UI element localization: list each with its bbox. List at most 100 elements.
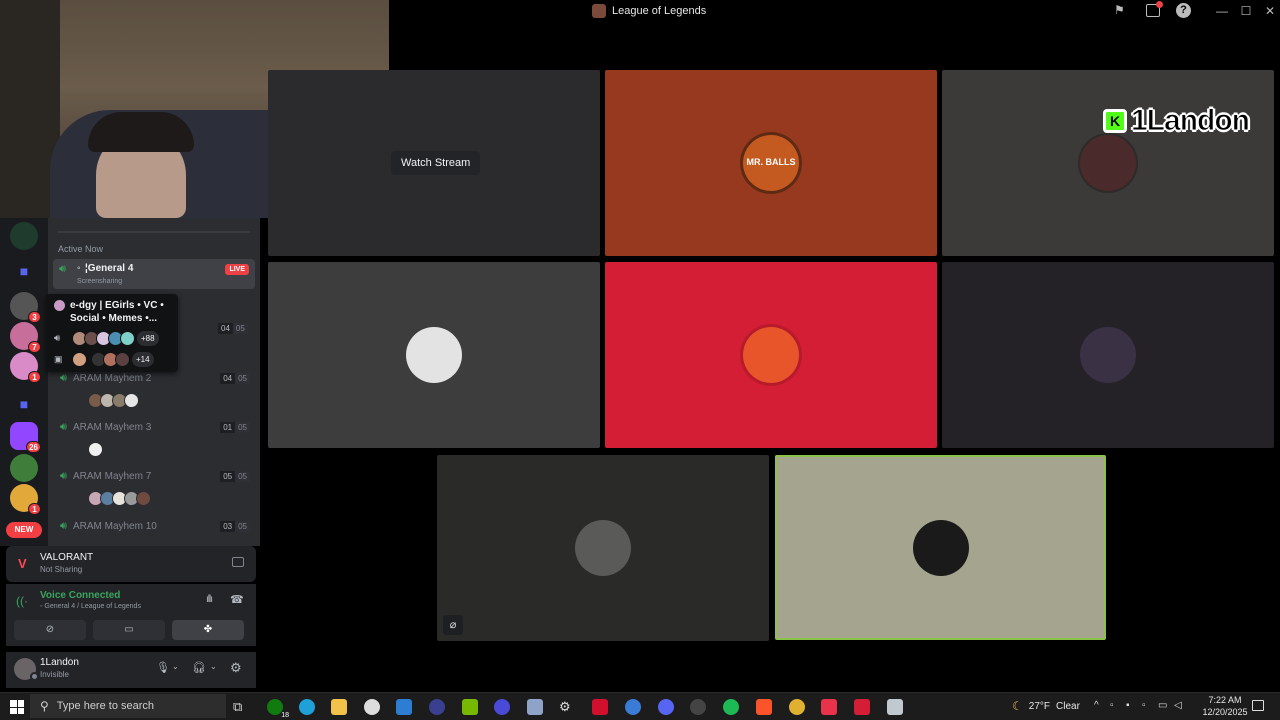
video-tile[interactable] <box>605 262 937 448</box>
gear-icon[interactable]: ⚙ <box>230 660 242 676</box>
brave-icon[interactable] <box>756 699 772 715</box>
disconnect-icon[interactable]: ☎ <box>230 593 244 606</box>
app-icon[interactable] <box>887 699 903 715</box>
screen-share-icon[interactable] <box>1146 1 1163 17</box>
steam-icon[interactable] <box>364 699 380 715</box>
network-icon[interactable]: ▭ <box>1158 700 1167 711</box>
voice-channel-aram-2[interactable]: 🔊︎ ARAM Mayhem 2 04 05 <box>60 372 250 385</box>
app-icon[interactable] <box>821 699 837 715</box>
voice-members: +88 <box>72 331 159 346</box>
folder-icon[interactable]: ■ <box>14 396 34 414</box>
avatar[interactable] <box>124 393 139 408</box>
screen-share-icon: ▭ <box>124 624 134 635</box>
video-tile[interactable]: MR. BALLS <box>605 70 937 256</box>
avatar[interactable] <box>88 442 103 457</box>
twitch-server-icon[interactable]: 26 <box>10 422 41 453</box>
notification-icon[interactable] <box>1252 700 1264 711</box>
volume-icon[interactable]: ◁ <box>1174 700 1182 711</box>
signal-icon[interactable]: ((· <box>16 594 28 608</box>
server-icon[interactable] <box>10 222 38 250</box>
stream-icon: ▣ <box>54 354 63 364</box>
app-icon[interactable] <box>429 699 445 715</box>
task-view-icon[interactable]: ⧉ <box>233 699 249 715</box>
tray-icon[interactable]: ▫ <box>1110 700 1114 711</box>
time: 7:22 AM <box>1208 695 1242 705</box>
weather-widget[interactable]: ☾ 27°F Clear <box>1012 699 1080 713</box>
camera-button[interactable]: ⊘ <box>14 620 86 640</box>
watch-stream-button[interactable]: Watch Stream <box>391 151 481 175</box>
server-icon[interactable]: 1 <box>10 352 41 383</box>
new-pill[interactable]: NEW <box>6 522 42 538</box>
flag-icon[interactable]: ⚑ <box>1114 3 1130 19</box>
avatar[interactable] <box>136 491 151 506</box>
camera-off-icon: ⊘ <box>45 624 55 635</box>
chrome-icon[interactable] <box>625 699 641 715</box>
avatar[interactable] <box>1080 135 1136 191</box>
help-icon[interactable]: ? <box>1176 3 1191 18</box>
tray-icon[interactable]: ▪ <box>1126 700 1130 711</box>
edge-icon[interactable] <box>299 699 315 715</box>
xbox-icon[interactable]: 18 <box>267 699 289 719</box>
chrome-icon[interactable] <box>789 699 805 715</box>
chevron-up-icon[interactable]: ^ <box>1094 700 1099 711</box>
activities-button[interactable]: ✤ <box>172 620 244 640</box>
settings-icon[interactable]: ⚙ <box>559 699 575 715</box>
video-tile[interactable] <box>942 70 1274 256</box>
close-button[interactable]: ✕ <box>1260 2 1280 20</box>
screen-share-button[interactable]: ▭ <box>93 620 165 640</box>
store-icon[interactable] <box>396 699 412 715</box>
chevron-down-icon[interactable]: ⌄ <box>210 662 217 671</box>
video-tile[interactable] <box>268 262 600 448</box>
app-icon[interactable] <box>690 699 706 715</box>
voice-channel-aram-7[interactable]: 🔊︎ ARAM Mayhem 7 05 05 <box>60 470 250 483</box>
voice-channel-general-4[interactable]: 🔊︎ ◦ ¦General 4 Screensharing LIVE <box>53 259 255 289</box>
windows-start-icon[interactable] <box>10 700 24 714</box>
username[interactable]: 1Landon <box>40 657 79 668</box>
video-tile[interactable] <box>942 262 1274 448</box>
taskbar-search[interactable]: ⚲ Type here to search <box>30 694 226 718</box>
share-game-icon[interactable] <box>232 557 244 567</box>
microphone-icon[interactable]: 🎙︎ <box>156 661 170 674</box>
riot-client-icon[interactable] <box>854 699 870 715</box>
discord-icon[interactable] <box>658 699 674 715</box>
app-icon[interactable] <box>592 699 608 715</box>
noise-suppression-icon[interactable]: ıllı <box>206 594 213 605</box>
avatar[interactable] <box>1080 327 1136 383</box>
server-icon[interactable]: 3 <box>10 292 41 323</box>
channel-members <box>88 491 151 506</box>
maximize-button[interactable]: ☐ <box>1236 2 1256 20</box>
channel-user-count: 04 05 <box>218 323 248 334</box>
voice-channel-aram-3[interactable]: 🔊︎ ARAM Mayhem 3 01 05 <box>60 421 250 434</box>
voice-location[interactable]: ◦ General 4 / League of Legends <box>40 603 141 610</box>
streamer-name-overlay: K 1Landon <box>1103 104 1251 138</box>
minimize-button[interactable]: — <box>1212 2 1232 20</box>
section-header: Active Now <box>58 244 104 254</box>
avatar[interactable] <box>406 327 462 383</box>
folder-icon[interactable]: ■ <box>14 263 34 281</box>
server-icon[interactable]: 7 <box>10 322 41 353</box>
nvidia-icon[interactable] <box>462 699 478 715</box>
channel-user-count: 03 05 <box>220 521 250 532</box>
server-icon[interactable]: 1 <box>10 484 41 515</box>
spotify-icon[interactable] <box>723 699 739 715</box>
headphones-icon[interactable]: 🎧︎ <box>192 661 206 674</box>
avatar[interactable]: MR. BALLS <box>743 135 799 191</box>
chevron-down-icon[interactable]: ⌄ <box>172 662 179 671</box>
avatar[interactable] <box>575 520 631 576</box>
app-icon[interactable] <box>494 699 510 715</box>
channel-user-count: 04 05 <box>220 373 250 384</box>
channel-members <box>88 393 139 408</box>
divider <box>58 231 250 233</box>
search-placeholder: Type here to search <box>56 700 155 712</box>
video-tile-speaking[interactable] <box>775 455 1106 640</box>
calculator-icon[interactable] <box>527 699 543 715</box>
tray-icon[interactable]: ▫ <box>1142 700 1146 711</box>
avatar[interactable] <box>913 520 969 576</box>
file-explorer-icon[interactable] <box>331 699 347 715</box>
system-clock[interactable]: 7:22 AM 12/20/2025 <box>1200 694 1250 718</box>
voice-status[interactable]: Voice Connected <box>40 590 120 601</box>
voice-channel-aram-10[interactable]: 🔊︎ ARAM Mayhem 10 03 05 <box>60 520 250 533</box>
video-tile[interactable]: ⌀ <box>437 455 769 641</box>
server-icon[interactable] <box>10 454 38 482</box>
avatar[interactable] <box>743 327 799 383</box>
